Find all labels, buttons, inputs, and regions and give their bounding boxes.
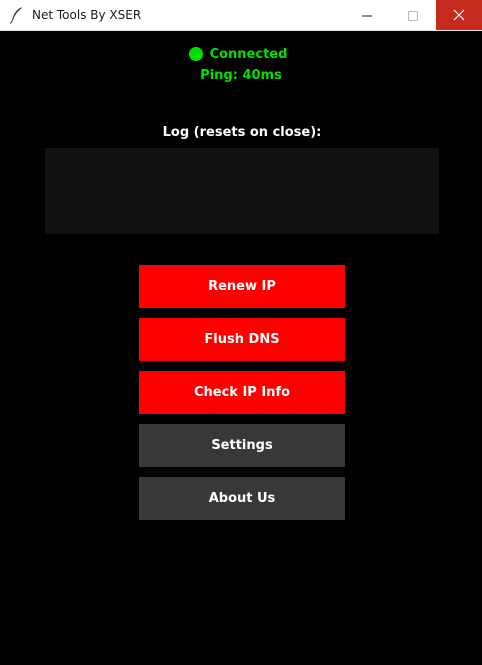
status-indicator-icon	[188, 47, 203, 61]
log-label: Log (resets on close):	[162, 125, 322, 140]
minimize-icon	[362, 6, 372, 25]
check-ip-info-button[interactable]: Check IP Info	[139, 371, 345, 414]
settings-button[interactable]: Settings	[139, 424, 345, 467]
feather-icon	[9, 6, 25, 24]
title-bar[interactable]: Net Tools By XSER	[0, 0, 482, 31]
status-text: Connected	[209, 46, 288, 62]
connection-status: Connected	[0, 44, 482, 64]
check-ip-info-label: Check IP Info	[193, 385, 291, 400]
minimize-button[interactable]	[344, 0, 390, 30]
renew-ip-button[interactable]: Renew IP	[139, 265, 345, 308]
window-title: Net Tools By XSER	[32, 8, 142, 22]
log-textbox[interactable]	[45, 148, 439, 234]
close-icon	[453, 6, 465, 25]
close-button[interactable]	[436, 0, 482, 30]
flush-dns-button[interactable]: Flush DNS	[139, 318, 345, 361]
flush-dns-label: Flush DNS	[204, 332, 280, 347]
maximize-icon	[408, 6, 418, 25]
settings-label: Settings	[211, 438, 273, 453]
about-us-label: About Us	[208, 491, 276, 506]
renew-ip-label: Renew IP	[208, 279, 276, 294]
about-us-button[interactable]: About Us	[139, 477, 345, 520]
maximize-button[interactable]	[390, 0, 436, 30]
app-window: Net Tools By XSER Connected Ping: 40ms L…	[0, 0, 482, 665]
ping-label: Ping: 40ms	[200, 68, 282, 83]
